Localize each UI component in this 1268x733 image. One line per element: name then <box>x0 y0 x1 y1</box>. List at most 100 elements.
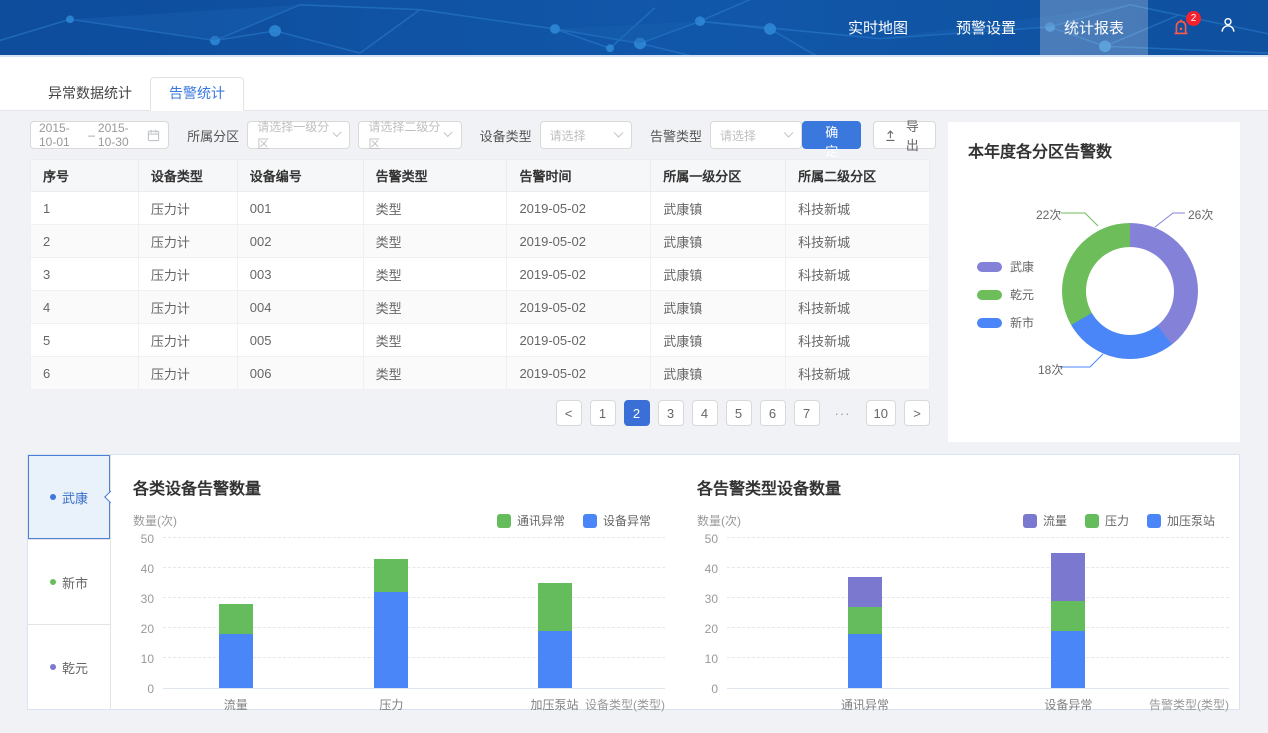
pagination-prev[interactable]: < <box>556 400 582 426</box>
table-cell: 武康镇 <box>651 324 786 357</box>
table-cell: 1 <box>31 192 139 225</box>
device-type-select[interactable]: 请选择 <box>540 121 632 149</box>
donut-panel-title: 本年度各分区告警数 <box>968 138 1112 162</box>
pagination-page-10[interactable]: 10 <box>866 400 896 426</box>
nav-item-realtime-map[interactable]: 实时地图 <box>824 0 932 55</box>
gridline <box>727 597 1229 598</box>
y-axis-tick: 10 <box>141 652 154 666</box>
legend-item-qianyuan[interactable]: 乾元 <box>977 286 1034 303</box>
region-level2-select[interactable]: 请选择二级分区 <box>358 121 461 149</box>
legend-item-通讯异常[interactable]: 通讯异常 <box>497 512 565 529</box>
chevron-down-icon <box>614 127 624 137</box>
legend-swatch <box>1147 514 1161 528</box>
confirm-button[interactable]: 确 定 <box>802 121 861 149</box>
table-head: 序号设备类型设备编号告警类型告警时间所属一级分区所属二级分区 <box>31 160 930 192</box>
table-cell: 001 <box>237 192 363 225</box>
table-cell: 3 <box>31 258 139 291</box>
legend-swatch <box>1023 514 1037 528</box>
pagination-page-5[interactable]: 5 <box>726 400 752 426</box>
nav-item-statistics-report[interactable]: 统计报表 <box>1040 0 1148 55</box>
table-cell: 科技新城 <box>786 225 930 258</box>
legend-item-设备异常[interactable]: 设备异常 <box>583 512 651 529</box>
column-header: 设备类型 <box>138 160 237 192</box>
bar-segment-通讯异常 <box>374 559 408 592</box>
plot-area <box>727 539 1229 689</box>
table-row[interactable]: 5压力计005类型2019-05-02武康镇科技新城 <box>31 324 930 357</box>
legend-swatch <box>977 318 1002 328</box>
pagination-page-2[interactable]: 2 <box>624 400 650 426</box>
y-axis-tick: 30 <box>705 592 718 606</box>
table-cell: 类型 <box>363 291 507 324</box>
tab-alarm-stats[interactable]: 告警统计 <box>150 77 244 111</box>
date-range-picker[interactable]: 2015-10-01 – 2015-10-30 <box>30 121 169 149</box>
table-row[interactable]: 3压力计003类型2019-05-02武康镇科技新城 <box>31 258 930 291</box>
region-dot <box>50 494 56 500</box>
x-axis-category: 通讯异常 <box>841 696 889 713</box>
notification-badge: 2 <box>1186 11 1201 26</box>
y-axis: 01020304050 <box>697 539 727 689</box>
region-filter-label: 所属分区 <box>187 126 239 145</box>
legend-item-xinshi[interactable]: 新市 <box>977 314 1034 331</box>
donut-label-wukang: 26次 <box>1188 206 1213 223</box>
gridline <box>727 537 1229 538</box>
bar-通讯异常[interactable] <box>848 577 882 688</box>
bar-设备异常[interactable] <box>1051 553 1085 688</box>
user-icon[interactable] <box>1218 15 1238 40</box>
bar-加压泵站[interactable] <box>538 583 572 688</box>
tab-abnormal-data-stats[interactable]: 异常数据统计 <box>30 78 150 110</box>
legend-item-流量[interactable]: 流量 <box>1023 512 1067 529</box>
y-axis-tick: 20 <box>705 622 718 636</box>
table-cell: 科技新城 <box>786 258 930 291</box>
legend-item-压力[interactable]: 压力 <box>1085 512 1129 529</box>
region-tab-qianyuan[interactable]: 乾元 <box>28 625 110 709</box>
table-body: 1压力计001类型2019-05-02武康镇科技新城2压力计002类型2019-… <box>31 192 930 390</box>
alarm-bell-icon[interactable]: 2 <box>1170 16 1194 40</box>
bar-压力[interactable] <box>374 559 408 688</box>
pagination-page-7[interactable]: 7 <box>794 400 820 426</box>
pagination-page-4[interactable]: 4 <box>692 400 718 426</box>
x-axis-category: 压力 <box>379 696 403 713</box>
bar-segment-流量 <box>848 577 882 607</box>
table-row[interactable]: 2压力计002类型2019-05-02武康镇科技新城 <box>31 225 930 258</box>
region-dot <box>50 579 56 585</box>
y-axis-name: 数量(次) <box>133 512 177 529</box>
bar-segment-设备异常 <box>219 634 253 688</box>
region-level1-select[interactable]: 请选择一级分区 <box>247 121 350 149</box>
pagination-page-3[interactable]: 3 <box>658 400 684 426</box>
legend-item-wukang[interactable]: 武康 <box>977 258 1034 275</box>
legend-label: 通讯异常 <box>517 512 565 529</box>
column-header: 所属一级分区 <box>651 160 786 192</box>
y-axis-tick: 50 <box>141 532 154 546</box>
y-axis-tick: 50 <box>705 532 718 546</box>
legend-label: 新市 <box>1010 314 1034 331</box>
export-button[interactable]: 导出 <box>873 121 936 149</box>
table-cell: 2 <box>31 225 139 258</box>
content: 2015-10-01 – 2015-10-30 所属分区 请选择一级分区 <box>0 111 1268 710</box>
pagination-page-1[interactable]: 1 <box>590 400 616 426</box>
column-header: 设备编号 <box>237 160 363 192</box>
legend-item-加压泵站[interactable]: 加压泵站 <box>1147 512 1215 529</box>
y-axis-tick: 40 <box>141 562 154 576</box>
region-tab-xinshi[interactable]: 新市 <box>28 540 110 625</box>
region-tab-wukang[interactable]: 武康 <box>28 455 110 540</box>
table-cell: 压力计 <box>138 357 237 390</box>
pagination-next[interactable]: > <box>904 400 930 426</box>
chart-legend: 通讯异常 设备异常 <box>497 512 651 529</box>
table-row[interactable]: 4压力计004类型2019-05-02武康镇科技新城 <box>31 291 930 324</box>
donut-chart[interactable] <box>1062 223 1198 359</box>
table-row[interactable]: 6压力计006类型2019-05-02武康镇科技新城 <box>31 357 930 390</box>
y-axis-tick: 10 <box>705 652 718 666</box>
pagination-page-6[interactable]: 6 <box>760 400 786 426</box>
table-cell: 武康镇 <box>651 225 786 258</box>
bar-segment-通讯异常 <box>538 583 572 631</box>
column-header: 所属二级分区 <box>786 160 930 192</box>
pagination-ellipsis[interactable]: ··· <box>828 400 858 426</box>
column-header: 告警时间 <box>507 160 651 192</box>
nav-item-alert-settings[interactable]: 预警设置 <box>932 0 1040 55</box>
region-sidebar: 武康 新市 乾元 <box>28 455 111 709</box>
table-row[interactable]: 1压力计001类型2019-05-02武康镇科技新城 <box>31 192 930 225</box>
table-cell: 2019-05-02 <box>507 258 651 291</box>
alarm-type-select[interactable]: 请选择 <box>710 121 802 149</box>
table-cell: 类型 <box>363 192 507 225</box>
bar-流量[interactable] <box>219 604 253 688</box>
